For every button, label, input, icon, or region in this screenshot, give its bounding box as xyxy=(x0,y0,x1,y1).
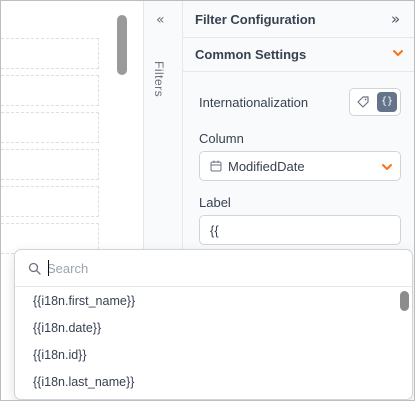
i18n-mode-toggle[interactable]: {} xyxy=(349,88,401,116)
grid-row xyxy=(1,75,99,106)
grid-scrollbar[interactable] xyxy=(117,15,127,75)
grid-row xyxy=(1,149,99,180)
grid-row xyxy=(1,38,99,69)
panel-title: Filter Configuration xyxy=(195,12,316,27)
label-field-label: Label xyxy=(199,195,231,210)
calendar-icon xyxy=(210,160,222,172)
common-settings-section[interactable]: Common Settings xyxy=(183,38,414,72)
dropdown-option[interactable]: {{i18n.id}} xyxy=(33,348,87,362)
dropdown-search-input[interactable] xyxy=(47,258,377,278)
dropdown-option[interactable]: {{i18n.last_name}} xyxy=(33,375,134,389)
section-title: Common Settings xyxy=(195,47,307,62)
internationalization-label: Internationalization xyxy=(199,95,309,110)
tag-icon[interactable] xyxy=(356,95,370,109)
column-select-value: ModifiedDate xyxy=(228,159,305,174)
search-icon xyxy=(28,262,41,275)
code-mode-button[interactable]: {} xyxy=(377,92,397,112)
app-frame: « Filters Filter Configuration » Common … xyxy=(0,0,415,401)
chevron-down-icon[interactable] xyxy=(391,46,405,60)
label-input[interactable] xyxy=(199,215,401,245)
chevron-down-icon[interactable] xyxy=(380,160,394,174)
collapse-panel-icon[interactable]: » xyxy=(391,10,400,28)
panel-header: Filter Configuration » xyxy=(183,1,414,38)
filters-strip-label: Filters xyxy=(152,61,166,98)
filter-configuration-panel: Filter Configuration » Common Settings I… xyxy=(183,1,414,251)
text-caret xyxy=(48,260,49,276)
autocomplete-dropdown: {{i18n.first_name}} {{i18n.date}} {{i18n… xyxy=(14,249,413,400)
dropdown-option[interactable]: {{i18n.date}} xyxy=(33,321,101,335)
dropdown-search-row xyxy=(15,250,412,287)
column-select[interactable]: ModifiedDate xyxy=(199,151,401,181)
filters-strip[interactable]: « Filters xyxy=(143,1,183,251)
dropdown-option[interactable]: {{i18n.first_name}} xyxy=(33,294,135,308)
column-label: Column xyxy=(199,131,244,146)
dropdown-scrollbar[interactable] xyxy=(400,291,409,311)
grid-row xyxy=(1,112,99,143)
expand-filters-icon[interactable]: « xyxy=(156,12,164,28)
grid-row xyxy=(1,186,99,217)
